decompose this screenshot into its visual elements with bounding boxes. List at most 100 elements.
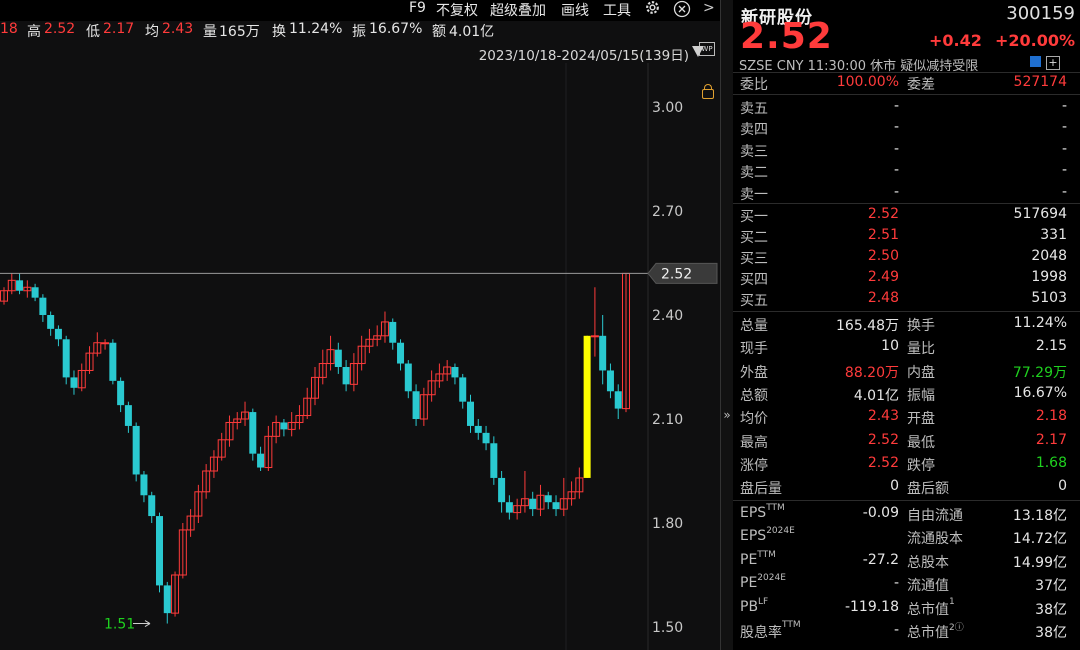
detail-value: 0 <box>1058 478 1067 495</box>
level-label: 卖五 <box>740 101 768 117</box>
f9-button[interactable]: F9 <box>409 0 426 16</box>
candle-body <box>124 405 132 426</box>
tools-button[interactable]: 工具 <box>603 0 631 20</box>
level-price: - <box>893 183 899 200</box>
bid-level-row[interactable]: 买四 2.49 1998 <box>733 267 1080 289</box>
gear-icon[interactable] <box>644 0 661 20</box>
candle-body <box>498 477 506 503</box>
overlay-button[interactable]: 超级叠加 <box>490 0 546 20</box>
fundamental-label-text: 总市值 <box>907 625 949 641</box>
fundamental-label-sup: LF <box>758 596 769 607</box>
detail-label: 内盘 <box>907 364 935 381</box>
detail-value: 88.20万 <box>844 364 899 381</box>
ask-level-row[interactable]: 卖四 - - <box>733 117 1080 139</box>
candle-body <box>140 474 148 496</box>
fundamental-label: EPS2024E <box>740 526 795 544</box>
stat-amount: 4.01亿 <box>449 24 495 40</box>
candlestick-chart[interactable]: 3.00 2.70 2.40 2.10 1.80 1.50 2.52 1.51 <box>0 63 720 650</box>
candle-body <box>62 339 70 378</box>
kline-chart-pane[interactable]: F9 不复权 超级叠加 画线 工具 > 18 高 2.52 低 2.17 均 2… <box>0 0 720 650</box>
fundamental-row[interactable]: EPSTTM -0.09 自由流通 13.18亿 <box>733 503 1080 525</box>
stat-amplitude: 16.67% <box>369 21 423 37</box>
edit-icon[interactable] <box>1030 56 1041 67</box>
weicha-value: 527174 <box>1013 74 1067 90</box>
fundamental-value: 38亿 <box>1035 625 1067 641</box>
detail-row[interactable]: 现手 10 量比 2.15 <box>733 336 1080 358</box>
detail-row[interactable]: 最高 2.52 最低 2.17 <box>733 430 1080 452</box>
candle-body <box>614 391 622 409</box>
fundamental-row[interactable]: 股息率TTM - 总市值2ⓘ 38亿 <box>733 620 1080 642</box>
fundamental-row[interactable]: EPS2024E 流通股本 14.72亿 <box>733 526 1080 548</box>
level-volume: 517694 <box>1013 206 1067 222</box>
detail-label: 盘后量 <box>740 481 782 498</box>
level-price: 2.48 <box>867 290 899 306</box>
draw-line-button[interactable]: 画线 <box>561 0 589 20</box>
ask-level-row[interactable]: 卖二 - - <box>733 160 1080 182</box>
ohlc-stats-row: 18 高 2.52 低 2.17 均 2.43 量 165万 换 11.24% … <box>0 20 720 56</box>
add-icon[interactable]: + <box>1046 56 1060 70</box>
stat-low-label: 低 <box>86 24 100 40</box>
divider <box>733 94 1080 95</box>
candle-body <box>389 321 397 343</box>
detail-row[interactable]: 盘后量 0 盘后额 0 <box>733 476 1080 498</box>
fundamental-row[interactable]: PE2024E - 流通值 37亿 <box>733 573 1080 595</box>
fundamental-label-sup: 1 <box>949 596 955 607</box>
detail-label: 振幅 <box>907 387 935 404</box>
bid-level-row[interactable]: 买一 2.52 517694 <box>733 204 1080 226</box>
detail-label: 最低 <box>907 434 935 451</box>
fundamental-value: - <box>893 575 899 592</box>
adjust-button[interactable]: 不复权 <box>436 0 478 20</box>
candle-body <box>474 425 482 433</box>
ask-level-row[interactable]: 卖一 - - <box>733 182 1080 204</box>
bid-level-row[interactable]: 买五 2.48 5103 <box>733 288 1080 310</box>
fundamental-value: 14.72亿 <box>1012 531 1067 548</box>
fundamental-label-sup: 2024E <box>757 573 786 584</box>
candle-body <box>109 342 117 381</box>
bid-level-row[interactable]: 买二 2.51 331 <box>733 225 1080 247</box>
bid-level-row[interactable]: 买三 2.50 2048 <box>733 246 1080 268</box>
candle-body <box>404 363 412 392</box>
quote-panel: 新研股份 300159 2.52 +0.42 +20.00% SZSE CNY … <box>733 0 1080 650</box>
stat-turnover-label: 换 <box>272 24 286 40</box>
close-icon[interactable] <box>673 0 691 22</box>
chevron-right-icon[interactable]: > <box>703 0 715 16</box>
fundamental-row[interactable]: PBLF -119.18 总市值1 38亿 <box>733 597 1080 619</box>
panel-splitter[interactable]: » <box>720 0 734 650</box>
level-label: 买一 <box>740 209 768 225</box>
detail-row[interactable]: 涨停 2.52 跌停 1.68 <box>733 453 1080 475</box>
last-price: 2.52 <box>740 16 833 57</box>
weicha-label: 委差 <box>907 77 935 93</box>
fundamental-label-sup: 2024E <box>766 526 795 537</box>
dropdown-triangle-icon[interactable] <box>692 46 704 57</box>
detail-row[interactable]: 均价 2.43 开盘 2.18 <box>733 406 1080 428</box>
detail-label: 涨停 <box>740 457 768 474</box>
candle-body <box>31 287 39 298</box>
level-price: 2.52 <box>867 206 899 222</box>
detail-value: 1.68 <box>1035 454 1067 471</box>
detail-value: 2.18 <box>1035 408 1067 425</box>
fundamental-label-text: EPS <box>740 505 767 521</box>
expand-chevron-icon[interactable]: » <box>721 408 733 422</box>
detail-row[interactable]: 总量 165.48万 换手 11.24% <box>733 313 1080 335</box>
y-tick-label: 2.40 <box>652 308 683 324</box>
date-range-row[interactable]: 2023/10/18-2024/05/15(139日) <box>0 43 720 99</box>
fundamental-label: 流通股本 <box>907 528 963 548</box>
detail-label: 外盘 <box>740 364 768 381</box>
fundamental-label-sup: TTM <box>766 503 785 513</box>
detail-value: 10 <box>881 338 899 355</box>
detail-row[interactable]: 总额 4.01亿 振幅 16.67% <box>733 383 1080 405</box>
level-label: 买四 <box>740 272 768 288</box>
fundamental-label: 自由流通 <box>907 505 963 525</box>
fundamental-label: 股息率TTM <box>740 620 801 642</box>
level-price: - <box>893 119 899 136</box>
ask-level-row[interactable]: 卖五 - - <box>733 96 1080 118</box>
level-volume: - <box>1061 119 1067 136</box>
fundamental-label-text: 股息率 <box>740 625 782 641</box>
stat-avg-label: 均 <box>145 24 159 40</box>
level-price: 2.50 <box>867 248 899 264</box>
date-range[interactable]: 2023/10/18-2024/05/15(139日) <box>479 44 689 64</box>
ask-level-row[interactable]: 卖三 - - <box>733 139 1080 161</box>
detail-row[interactable]: 外盘 88.20万 内盘 77.29万 <box>733 360 1080 382</box>
candle-body <box>101 342 110 345</box>
fundamental-row[interactable]: PETTM -27.2 总股本 14.99亿 <box>733 550 1080 572</box>
